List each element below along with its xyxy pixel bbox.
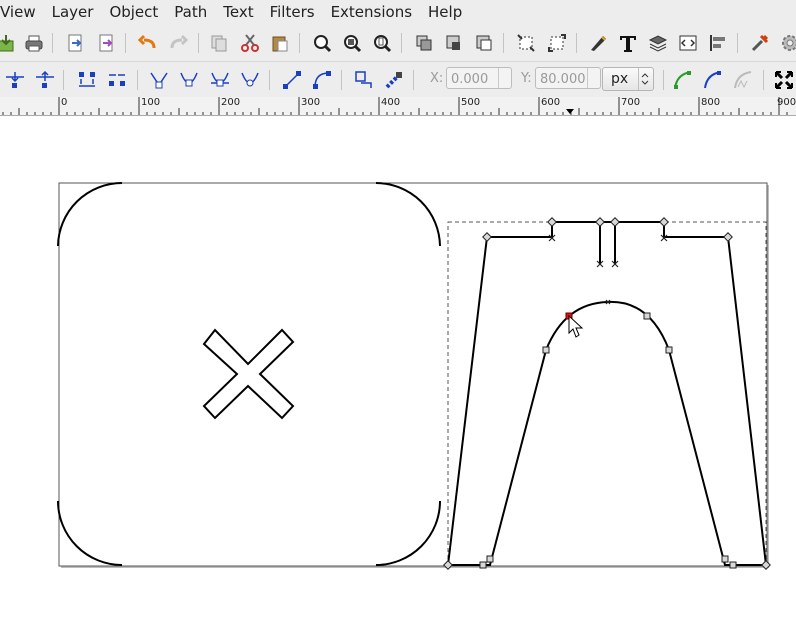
ruler-label: 500 (461, 97, 481, 108)
edit-icon[interactable] (586, 31, 610, 55)
path-effect-icon[interactable] (671, 68, 695, 92)
x-coordinate-input[interactable] (446, 67, 512, 89)
node-cusp-icon[interactable] (147, 68, 171, 92)
segment-line-icon[interactable] (280, 68, 304, 92)
menu-layer[interactable]: Layer (44, 0, 102, 25)
print-icon[interactable] (22, 31, 46, 55)
ruler-label: 700 (621, 97, 641, 108)
x-spin-arrows[interactable] (498, 68, 511, 88)
horizontal-ruler[interactable]: 0 100 200 300 400 500 600 700 800 900 (0, 97, 796, 116)
menu-path[interactable]: Path (166, 0, 215, 25)
menu-filters[interactable]: Filters (262, 0, 323, 25)
y-value[interactable] (536, 70, 594, 89)
delete-node-icon[interactable] (33, 68, 57, 92)
ungroup-icon[interactable] (472, 31, 496, 55)
ruler-label: 300 (301, 97, 321, 108)
import-icon[interactable] (0, 31, 18, 55)
node-symmetric-icon[interactable] (208, 68, 232, 92)
align-icon[interactable] (706, 31, 730, 55)
zoom-fit-icon[interactable] (514, 31, 538, 55)
ruler-label: 400 (381, 97, 401, 108)
segment-curve-icon[interactable] (310, 68, 334, 92)
export-pdf-icon[interactable] (94, 31, 118, 55)
zoom-selection-icon[interactable] (310, 31, 334, 55)
ruler-label: 200 (221, 97, 241, 108)
show-transform-handles-icon[interactable] (772, 68, 796, 92)
ruler-label: 900 (777, 97, 796, 108)
settings-icon[interactable] (778, 31, 796, 55)
canvas-drawing[interactable] (0, 116, 796, 619)
unit-value: px (611, 71, 629, 87)
duplicate-icon[interactable] (207, 31, 231, 55)
node-auto-smooth-icon[interactable] (238, 68, 262, 92)
zoom-drawing-icon[interactable] (340, 31, 364, 55)
menu-object[interactable]: Object (101, 0, 166, 25)
ruler-label: 600 (541, 97, 561, 108)
menu-help[interactable]: Help (420, 0, 470, 25)
ruler-label: 100 (141, 97, 161, 108)
menu-view[interactable]: View (0, 0, 44, 25)
insert-node-icon[interactable] (3, 68, 27, 92)
group-icon[interactable] (412, 31, 436, 55)
ruler-label: 0 (61, 97, 68, 108)
lock-icon[interactable] (442, 31, 466, 55)
undo-icon[interactable] (136, 31, 160, 55)
node-smooth-icon[interactable] (177, 68, 201, 92)
layers-icon[interactable] (646, 31, 670, 55)
break-path-icon[interactable] (105, 68, 129, 92)
drawing-canvas[interactable] (0, 116, 796, 619)
export-icon[interactable] (63, 31, 87, 55)
menu-text[interactable]: Text (215, 0, 261, 25)
redo-icon[interactable] (166, 31, 190, 55)
object-to-path-icon[interactable] (352, 68, 376, 92)
y-coordinate-input[interactable] (535, 67, 601, 89)
x-label: X: (430, 71, 444, 86)
cut-icon[interactable] (238, 31, 262, 55)
xml-editor-icon[interactable] (676, 31, 700, 55)
join-nodes-icon[interactable] (75, 68, 99, 92)
y-label: Y: (521, 71, 532, 86)
unit-select[interactable]: px (602, 67, 654, 91)
node-tool-controls: X: Y: (0, 62, 796, 98)
menubar: View Layer Object Path Text Filters Exte… (0, 0, 796, 25)
resize-icon[interactable] (545, 31, 569, 55)
stroke-to-path-icon[interactable] (382, 68, 406, 92)
commands-toolbar (0, 25, 796, 62)
ruler-label: 800 (701, 97, 721, 108)
clip-path-icon[interactable] (701, 68, 725, 92)
paste-icon[interactable] (268, 31, 292, 55)
x-value[interactable] (447, 70, 505, 89)
preferences-icon[interactable] (748, 31, 772, 55)
menu-extensions[interactable]: Extensions (323, 0, 420, 25)
unit-chevron-icon (638, 68, 651, 90)
text-tool-icon[interactable] (616, 31, 640, 55)
zoom-page-icon[interactable] (370, 31, 394, 55)
y-spin-arrows[interactable] (587, 68, 600, 88)
mask-icon[interactable] (731, 68, 755, 92)
